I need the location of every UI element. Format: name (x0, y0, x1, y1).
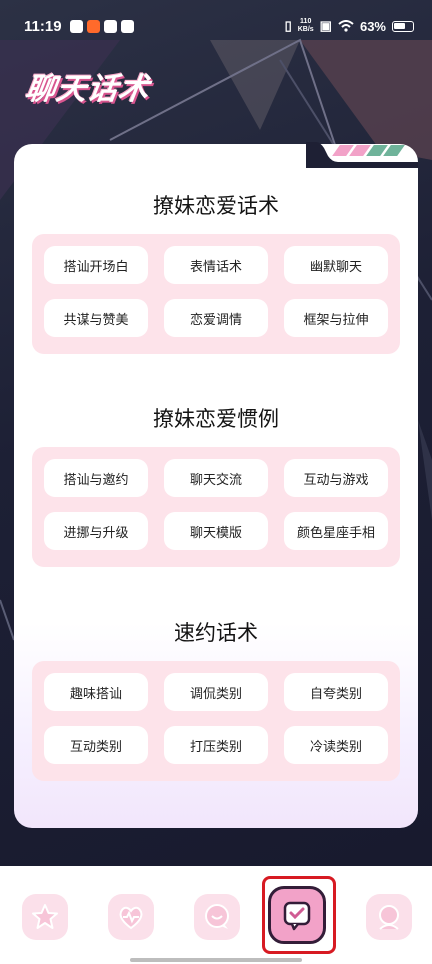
section-grid: 搭讪与邀约 聊天交流 互动与游戏 进挪与升级 聊天模版 颜色星座手相 (32, 447, 400, 567)
highlight-box (262, 876, 336, 954)
notification-app-icon (103, 19, 117, 33)
section-grid: 趣味搭讪 调侃类别 自夸类别 互动类别 打压类别 冷读类别 (32, 661, 400, 781)
status-time: 11:19 (24, 17, 62, 35)
option-button[interactable]: 趣味搭讪 (44, 673, 148, 711)
nav-tab-profile[interactable] (366, 894, 412, 940)
heartbeat-icon (119, 906, 143, 930)
vibrate-icon: ▯ (284, 18, 292, 33)
section-title: 速约话术 (174, 621, 258, 645)
network-speed: 110 KB/s (298, 18, 314, 34)
battery-icon (392, 20, 414, 32)
option-button[interactable]: 恋爱调情 (164, 299, 268, 337)
section-grid: 搭讪开场白 表情话术 幽默聊天 共谋与赞美 恋爱调情 框架与拉伸 (32, 234, 400, 354)
home-indicator[interactable] (130, 958, 302, 962)
sim-icon: ▣ (319, 18, 332, 33)
profile-icon (379, 905, 399, 930)
option-button[interactable]: 调侃类别 (164, 673, 268, 711)
notification-app-icon (86, 19, 100, 33)
option-button[interactable]: 幽默聊天 (284, 246, 388, 284)
network-speed-unit: KB/s (297, 26, 314, 33)
notification-app-icon (69, 19, 83, 33)
tiktok-icon (120, 19, 134, 33)
battery-percent: 63% (359, 18, 386, 34)
nav-tab-star[interactable] (22, 894, 68, 940)
decorative-stripes (332, 145, 405, 156)
star-icon (32, 904, 58, 929)
option-button[interactable]: 互动类别 (44, 726, 148, 764)
option-button[interactable]: 进挪与升级 (44, 512, 148, 550)
notification-icons (69, 19, 134, 33)
page-title: 聊天话术 (23, 72, 152, 107)
option-button[interactable]: 框架与拉伸 (284, 299, 388, 337)
chat-bubble-icon (205, 904, 229, 929)
option-button[interactable]: 聊天模版 (164, 512, 268, 550)
bottom-nav (0, 866, 432, 964)
option-button[interactable]: 搭讪与邀约 (44, 459, 148, 497)
nav-tab-chat[interactable] (194, 894, 240, 940)
option-button[interactable]: 聊天交流 (164, 459, 268, 497)
option-button[interactable]: 搭讪开场白 (44, 246, 148, 284)
wifi-icon (338, 20, 354, 32)
network-speed-value: 110 (300, 18, 312, 25)
section-title: 撩妹恋爱话术 (153, 194, 279, 218)
option-button[interactable]: 自夸类别 (284, 673, 388, 711)
option-button[interactable]: 互动与游戏 (284, 459, 388, 497)
option-button[interactable]: 表情话术 (164, 246, 268, 284)
option-button[interactable]: 打压类别 (164, 726, 268, 764)
option-button[interactable]: 冷读类别 (284, 726, 388, 764)
nav-tab-heartbeat[interactable] (108, 894, 154, 940)
section-title: 撩妹恋爱惯例 (153, 407, 279, 431)
status-bar: 11:19 ▯ 110 KB/s ▣ 63% (0, 0, 432, 52)
option-button[interactable]: 颜色星座手相 (284, 512, 388, 550)
option-button[interactable]: 共谋与赞美 (44, 299, 148, 337)
